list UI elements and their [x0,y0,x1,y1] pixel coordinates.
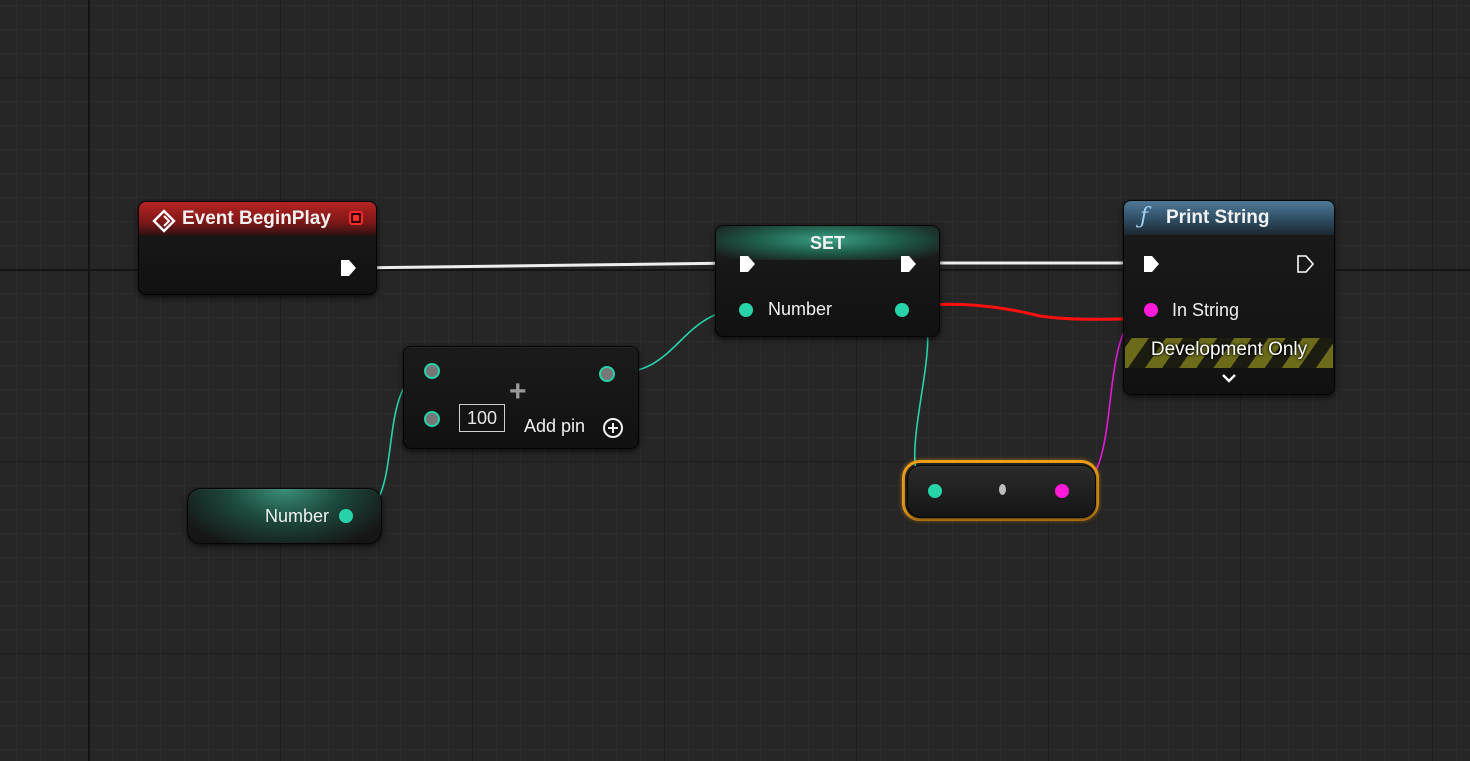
add-output-pin[interactable] [599,366,615,382]
event-beginplay-title: Event BeginPlay [182,208,331,229]
print-string-title: Print String [1166,207,1270,228]
event-diamond-icon [152,209,176,233]
add-operator-icon: + [509,375,527,408]
plus-circle-icon[interactable] [603,418,623,438]
event-beginplay-node[interactable]: Event BeginPlay [138,201,377,295]
convert-input-pin[interactable] [928,484,942,498]
convert-output-pin[interactable] [1055,484,1069,498]
set-variable-node[interactable]: SET Number [715,225,940,337]
function-f-icon: ƒ [1140,204,1149,229]
set-exec-out-pin[interactable] [899,255,917,273]
add-input-b-pin[interactable] [424,411,440,427]
set-node-title: SET [809,233,845,253]
conversion-dot-icon [999,484,1006,495]
get-number-node[interactable]: Number [187,488,382,544]
add-input-a-pin[interactable] [424,363,440,379]
add-pin-button-label[interactable]: Add pin [524,416,585,437]
add-input-b-value: 100 [466,408,498,428]
get-number-label: Number [265,506,330,526]
blueprint-graph-canvas[interactable]: Event BeginPlay SET Number 100 + Add pin… [0,0,1470,761]
print-exec-out-pin[interactable] [1296,255,1314,273]
add-input-b-value-field[interactable]: 100 [459,404,505,432]
print-in-string-pin[interactable] [1144,303,1158,317]
exec-wire-event-to-set[interactable] [355,261,739,270]
set-number-out-pin[interactable] [895,303,909,317]
print-string-header[interactable]: Print String [1124,201,1334,235]
add-float-node[interactable]: 100 + Add pin [403,346,639,449]
set-number-label: Number [768,299,833,319]
development-only-banner: Development Only [1125,338,1333,368]
event-exec-out-pin[interactable] [339,259,357,277]
set-exec-in-pin[interactable] [738,255,756,273]
get-number-out-pin[interactable] [339,509,353,523]
print-in-string-label: In String [1172,300,1240,320]
print-exec-in-pin[interactable] [1142,255,1160,273]
set-number-in-pin[interactable] [739,303,753,317]
print-string-node[interactable]: Print String ƒ In String Development Onl… [1123,200,1335,395]
chevron-down-icon[interactable] [1221,373,1237,385]
float-to-string-conversion-node[interactable] [907,465,1096,518]
development-only-label: Development Only [1150,339,1308,360]
delegate-square-icon[interactable] [349,211,363,225]
